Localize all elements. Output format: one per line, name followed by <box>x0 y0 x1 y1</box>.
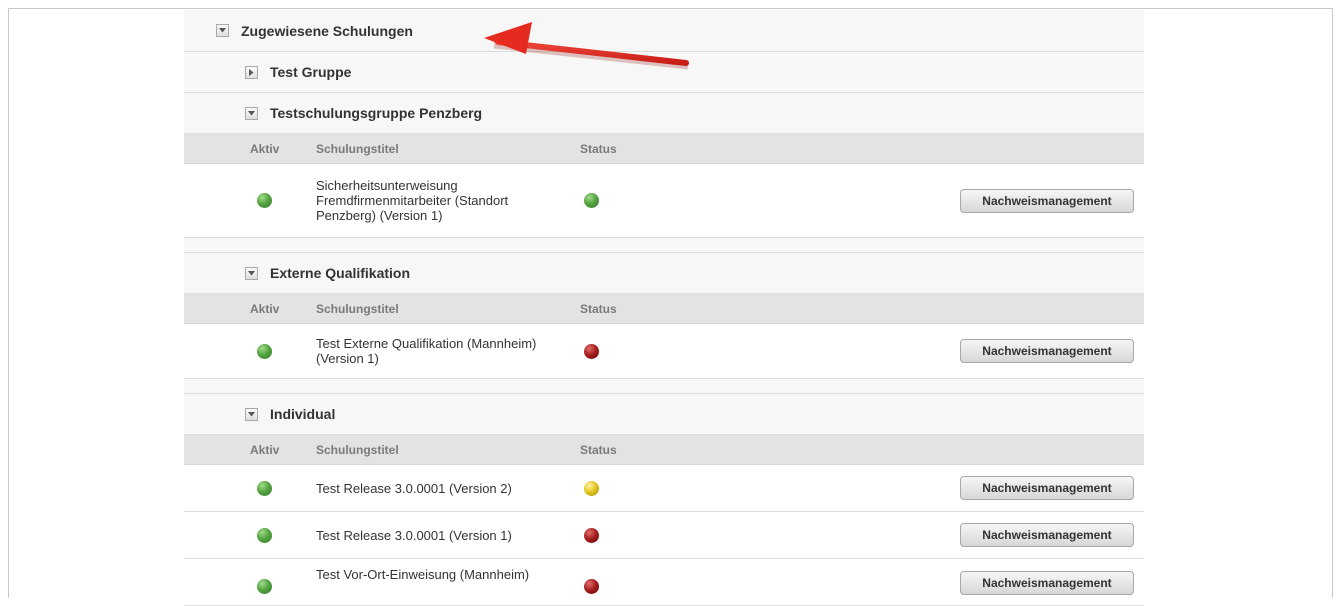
group-header-penzberg[interactable]: Testschulungsgruppe Penzberg <box>184 93 1144 134</box>
column-header-status[interactable]: Status <box>580 302 617 316</box>
column-header-schulungstitel[interactable]: Schulungstitel <box>316 302 399 316</box>
active-indicator-icon <box>257 193 272 208</box>
section-title: Zugewiesene Schulungen <box>241 22 413 39</box>
table-row: Test Release 3.0.0001 (Version 1) Nachwe… <box>184 512 1144 559</box>
training-title: Test Externe Qualifikation (Mannheim) (V… <box>316 336 537 366</box>
collapse-toggle-icon[interactable] <box>245 106 258 120</box>
collapse-toggle-icon[interactable] <box>245 266 258 280</box>
evidence-management-button[interactable]: Nachweismanagement <box>960 571 1134 595</box>
group-title: Test Gruppe <box>270 64 352 80</box>
group-spacer <box>184 238 1144 253</box>
column-header-schulungstitel[interactable]: Schulungstitel <box>316 142 399 156</box>
training-title: Test Vor-Ort-Einweisung (Mannheim) <box>316 567 530 582</box>
assigned-trainings-panel: Zugewiesene Schulungen Test Gruppe Tests… <box>184 10 1144 606</box>
column-header-schulungstitel[interactable]: Schulungstitel <box>316 443 399 457</box>
table-header: Aktiv Schulungstitel Status <box>184 134 1144 164</box>
collapse-toggle-icon[interactable] <box>245 407 258 421</box>
training-title: Test Release 3.0.0001 (Version 2) <box>316 480 512 496</box>
collapse-toggle-icon[interactable] <box>216 24 229 37</box>
annotation-arrow-icon <box>484 22 689 70</box>
status-indicator-icon <box>584 343 599 359</box>
column-header-aktiv[interactable]: Aktiv <box>250 142 279 156</box>
evidence-management-button[interactable]: Nachweismanagement <box>960 339 1134 363</box>
group-title: Individual <box>270 406 336 422</box>
group-title: Testschulungsgruppe Penzberg <box>270 105 483 121</box>
active-indicator-icon <box>257 480 272 496</box>
status-indicator-icon <box>584 480 599 496</box>
status-indicator-icon <box>584 527 599 543</box>
status-indicator-icon <box>584 193 599 208</box>
training-title: Sicherheitsunterweisung Fremdfirmenmitar… <box>316 178 509 223</box>
group-spacer <box>184 379 1144 394</box>
table-row: Test Release 3.0.0001 (Version 2) Nachwe… <box>184 465 1144 512</box>
table-header: Aktiv Schulungstitel Status <box>184 435 1144 465</box>
column-header-status[interactable]: Status <box>580 443 617 457</box>
expand-toggle-icon[interactable] <box>245 65 258 79</box>
group-header-externe-qualifikation[interactable]: Externe Qualifikation <box>184 253 1144 294</box>
status-indicator-icon <box>584 579 599 594</box>
group-header-individual[interactable]: Individual <box>184 394 1144 435</box>
table-header: Aktiv Schulungstitel Status <box>184 294 1144 324</box>
evidence-management-button[interactable]: Nachweismanagement <box>960 523 1134 547</box>
training-title: Test Release 3.0.0001 (Version 1) <box>316 527 512 543</box>
evidence-management-button[interactable]: Nachweismanagement <box>960 188 1134 213</box>
column-header-status[interactable]: Status <box>580 142 617 156</box>
column-header-aktiv[interactable]: Aktiv <box>250 302 279 316</box>
table-row: Test Externe Qualifikation (Mannheim) (V… <box>184 324 1144 379</box>
table-row: Test Vor-Ort-Einweisung (Mannheim) Nachw… <box>184 559 1144 606</box>
active-indicator-icon <box>257 527 272 543</box>
active-indicator-icon <box>257 343 272 359</box>
column-header-aktiv[interactable]: Aktiv <box>250 443 279 457</box>
active-indicator-icon <box>257 579 272 594</box>
group-title: Externe Qualifikation <box>270 265 411 281</box>
evidence-management-button[interactable]: Nachweismanagement <box>960 476 1134 500</box>
table-row: Sicherheitsunterweisung Fremdfirmenmitar… <box>184 164 1144 238</box>
